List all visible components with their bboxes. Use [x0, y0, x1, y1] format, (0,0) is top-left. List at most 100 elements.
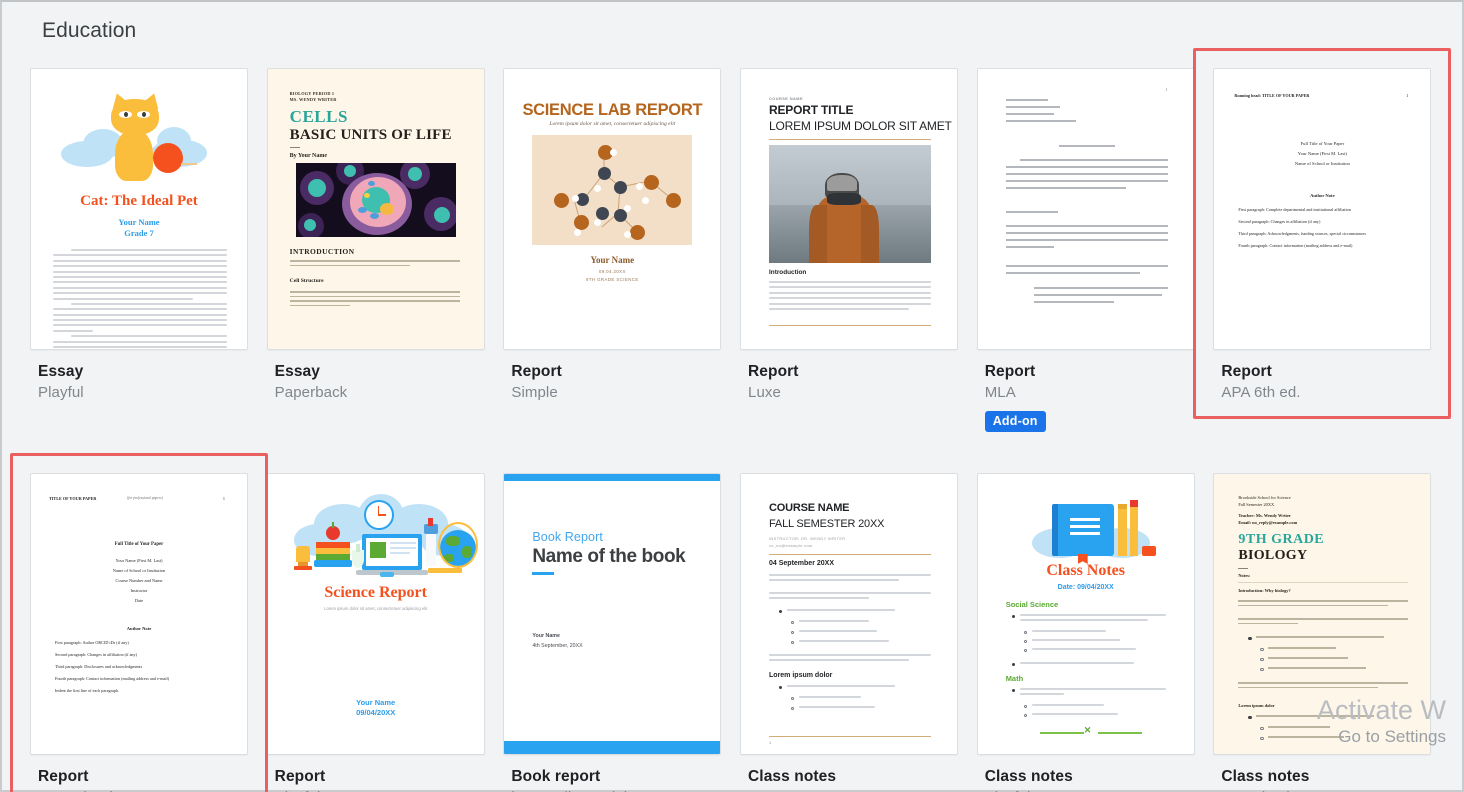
thumb-course: Course Number and Name — [115, 578, 163, 583]
thumb-kicker-2: MS. WENDY WRITER — [289, 97, 337, 102]
thumb-semester: Fall Semester 20XX — [1238, 502, 1275, 507]
thumb-date: 04 September 20XX — [769, 560, 834, 567]
template-thumbnail-report-apa7[interactable]: TITLE OF YOUR PAPER (for professional pa… — [30, 473, 248, 755]
thumb-date: 4th September, 20XX — [532, 643, 583, 649]
thumb-email: Email: no_reply@example.com — [1238, 520, 1298, 525]
template-cell: Science Report Lorem ipsum dolor sit ame… — [266, 473, 504, 792]
thumb-note-1: First paragraph: Complete departmental a… — [1238, 207, 1351, 212]
template-thumbnail-class-notes-luxe[interactable]: COURSE NAME FALL SEMESTER 20XX INSTRUCTO… — [740, 473, 959, 755]
thumb-author: Your Name (First M. Last) — [115, 558, 163, 563]
template-label: Class notes Playful — [977, 755, 1195, 792]
template-thumbnail-essay-playful[interactable]: Cat: The Ideal Pet Your Name Grade 7 — [30, 68, 248, 350]
template-thumbnail-report-luxe[interactable]: COURSE NAME REPORT TITLE LOREM IPSUM DOL… — [740, 68, 959, 350]
template-thumbnail-report-mla[interactable]: 1 — [976, 68, 1195, 350]
thumb-date: 09.04.20XX — [598, 269, 626, 274]
thumb-school: Name of School or Institution — [1294, 161, 1350, 166]
thumb-section: Lorem ipsum dolor — [1238, 703, 1275, 708]
thumb-byline: By Your Name — [289, 153, 328, 159]
template-card-class-notes-playful[interactable]: Class Notes Date: 09/04/20XX Social Scie… — [976, 473, 1195, 792]
template-thumbnail-class-notes-paperback[interactable]: Brookside School for Science Fall Semest… — [1213, 473, 1432, 755]
thumb-note-4: Fourth paragraph: Contact information (m… — [1238, 243, 1353, 248]
thumb-subject: BIOLOGY — [1238, 548, 1308, 563]
template-thumbnail-essay-paperback[interactable]: BIOLOGY PERIOD 1 MS. WENDY WRITER CELLS … — [266, 68, 485, 350]
thumb-intro: Introduction: Why biology? — [1238, 588, 1291, 593]
template-card-essay-paperback[interactable]: BIOLOGY PERIOD 1 MS. WENDY WRITER CELLS … — [266, 68, 485, 404]
thumb-notes-label: Notes: — [1238, 573, 1251, 578]
template-subtitle: MLA — [984, 384, 1016, 401]
template-subtitle: APA 6th ed. — [1221, 384, 1301, 401]
template-thumbnail-report-simple[interactable]: SCIENCE LAB REPORT Lorem ipsum dolor sit… — [503, 68, 722, 350]
thumb-author: Your Name — [590, 255, 635, 265]
template-title: Report — [38, 768, 89, 785]
template-cell: BIOLOGY PERIOD 1 MS. WENDY WRITER CELLS … — [266, 68, 504, 432]
template-cell: 1 Report MLA Add-on — [976, 68, 1214, 432]
template-subtitle: Simple — [511, 384, 558, 401]
thumb-author-note: Author Note — [126, 626, 152, 631]
thumb-title: Science Report — [324, 584, 427, 601]
template-title: Essay — [38, 363, 84, 380]
thumb-full-title: Full Title of Your Paper — [1300, 141, 1345, 146]
template-title: Class notes — [1221, 768, 1310, 785]
template-title: Book report — [511, 768, 601, 785]
thumb-section-1: INTRODUCTION — [289, 247, 355, 256]
template-title: Report — [511, 363, 562, 380]
thumb-teacher: Teacher: Ms. Wendy Writer — [1238, 513, 1291, 518]
thumb-semester: FALL SEMESTER 20XX — [769, 518, 885, 530]
template-card-book-report[interactable]: Book Report Name of the book Your Name 4… — [503, 473, 722, 792]
thumb-date: 09/04/20XX — [356, 708, 396, 717]
template-gallery-page: Education Cat: The Ideal Pet Your Name G… — [0, 0, 1464, 792]
template-label: Report APA 7th ed. — [30, 755, 248, 792]
template-cell: Brookside School for Science Fall Semest… — [1213, 473, 1450, 792]
template-card-report-apa7[interactable]: TITLE OF YOUR PAPER (for professional pa… — [10, 453, 268, 792]
thumb-note-3: Third paragraph: Disclosures and acknowl… — [55, 664, 143, 669]
thumb-author: Your Name — [118, 217, 160, 227]
template-cell: Class Notes Date: 09/04/20XX Social Scie… — [976, 473, 1214, 792]
template-subtitle: Luxe — [748, 787, 958, 792]
template-thumbnail-report-playful[interactable]: Science Report Lorem ipsum dolor sit ame… — [266, 473, 485, 755]
template-cell: COURSE NAME REPORT TITLE LOREM IPSUM DOL… — [740, 68, 977, 432]
template-thumbnail-class-notes-playful[interactable]: Class Notes Date: 09/04/20XX Social Scie… — [976, 473, 1195, 755]
template-card-report-mla[interactable]: 1 Report MLA Add-on — [976, 68, 1195, 432]
template-subtitle: Paperback — [1221, 787, 1431, 792]
template-card-report-playful[interactable]: Science Report Lorem ipsum dolor sit ame… — [266, 473, 485, 792]
template-label: Report Playful — [267, 755, 485, 792]
template-card-class-notes-paperback[interactable]: Brookside School for Science Fall Semest… — [1213, 473, 1432, 792]
template-subtitle: Paperback — [274, 384, 348, 401]
thumb-grade: Grade 7 — [124, 228, 154, 238]
template-row-1: Cat: The Ideal Pet Your Name Grade 7 Ess… — [30, 48, 1452, 432]
thumb-date: Date — [134, 598, 144, 603]
template-subtitle: Luxe — [748, 384, 781, 401]
template-title: Class notes — [748, 768, 837, 785]
thumb-section-2: Math — [1005, 674, 1024, 683]
thumb-title-main: BASIC UNITS OF LIFE — [289, 127, 452, 143]
template-cell: COURSE NAME FALL SEMESTER 20XX INSTRUCTO… — [740, 473, 977, 792]
template-label: Report MLA Add-on — [977, 350, 1195, 432]
template-card-essay-playful[interactable]: Cat: The Ideal Pet Your Name Grade 7 Ess… — [30, 68, 248, 404]
thumb-note-2: Second paragraph: Changes in affiliation… — [55, 652, 138, 657]
thumb-note-5: Indent the first line of each paragraph. — [55, 688, 120, 693]
thumb-author: Your Name (First M. Last) — [1297, 151, 1347, 156]
template-card-class-notes-luxe[interactable]: COURSE NAME FALL SEMESTER 20XX INSTRUCTO… — [740, 473, 959, 792]
template-cell: TITLE OF YOUR PAPER (for professional pa… — [10, 453, 268, 792]
template-card-report-luxe[interactable]: COURSE NAME REPORT TITLE LOREM IPSUM DOL… — [740, 68, 959, 404]
template-thumbnail-book-report[interactable]: Book Report Name of the book Your Name 4… — [503, 473, 722, 755]
thumb-full-title: Full Title of Your Paper — [114, 542, 164, 547]
template-title: Essay — [274, 363, 320, 380]
thumb-page-number: 1 — [222, 496, 225, 501]
thumb-author: Your Name — [356, 698, 396, 707]
template-card-report-simple[interactable]: SCIENCE LAB REPORT Lorem ipsum dolor sit… — [503, 68, 722, 404]
thumb-running-head-note: (for professional papers) — [127, 496, 163, 500]
thumb-kicker: COURSE NAME — [769, 97, 803, 101]
template-label: Report Simple — [503, 350, 721, 404]
template-card-report-apa6[interactable]: Running head: TITLE OF YOUR PAPER 1 Full… — [1193, 48, 1452, 419]
template-thumbnail-report-apa6[interactable]: Running head: TITLE OF YOUR PAPER 1 Full… — [1213, 68, 1432, 350]
template-label: Essay Paperback — [267, 350, 485, 404]
thumb-kicker: Book Report — [532, 530, 603, 544]
template-label: Report APA 6th ed. — [1213, 350, 1431, 404]
thumb-note-3: Third paragraph: Acknowledgments, fundin… — [1238, 231, 1367, 236]
thumb-instructor: INSTRUCTOR: DR. WENDY WRITER — [769, 536, 846, 541]
accent-bar-top — [504, 474, 721, 481]
thumb-section: Introduction — [769, 269, 807, 276]
template-cell: Running head: TITLE OF YOUR PAPER 1 Full… — [1193, 48, 1452, 432]
thumb-section-2: Cell Structure — [289, 278, 324, 284]
